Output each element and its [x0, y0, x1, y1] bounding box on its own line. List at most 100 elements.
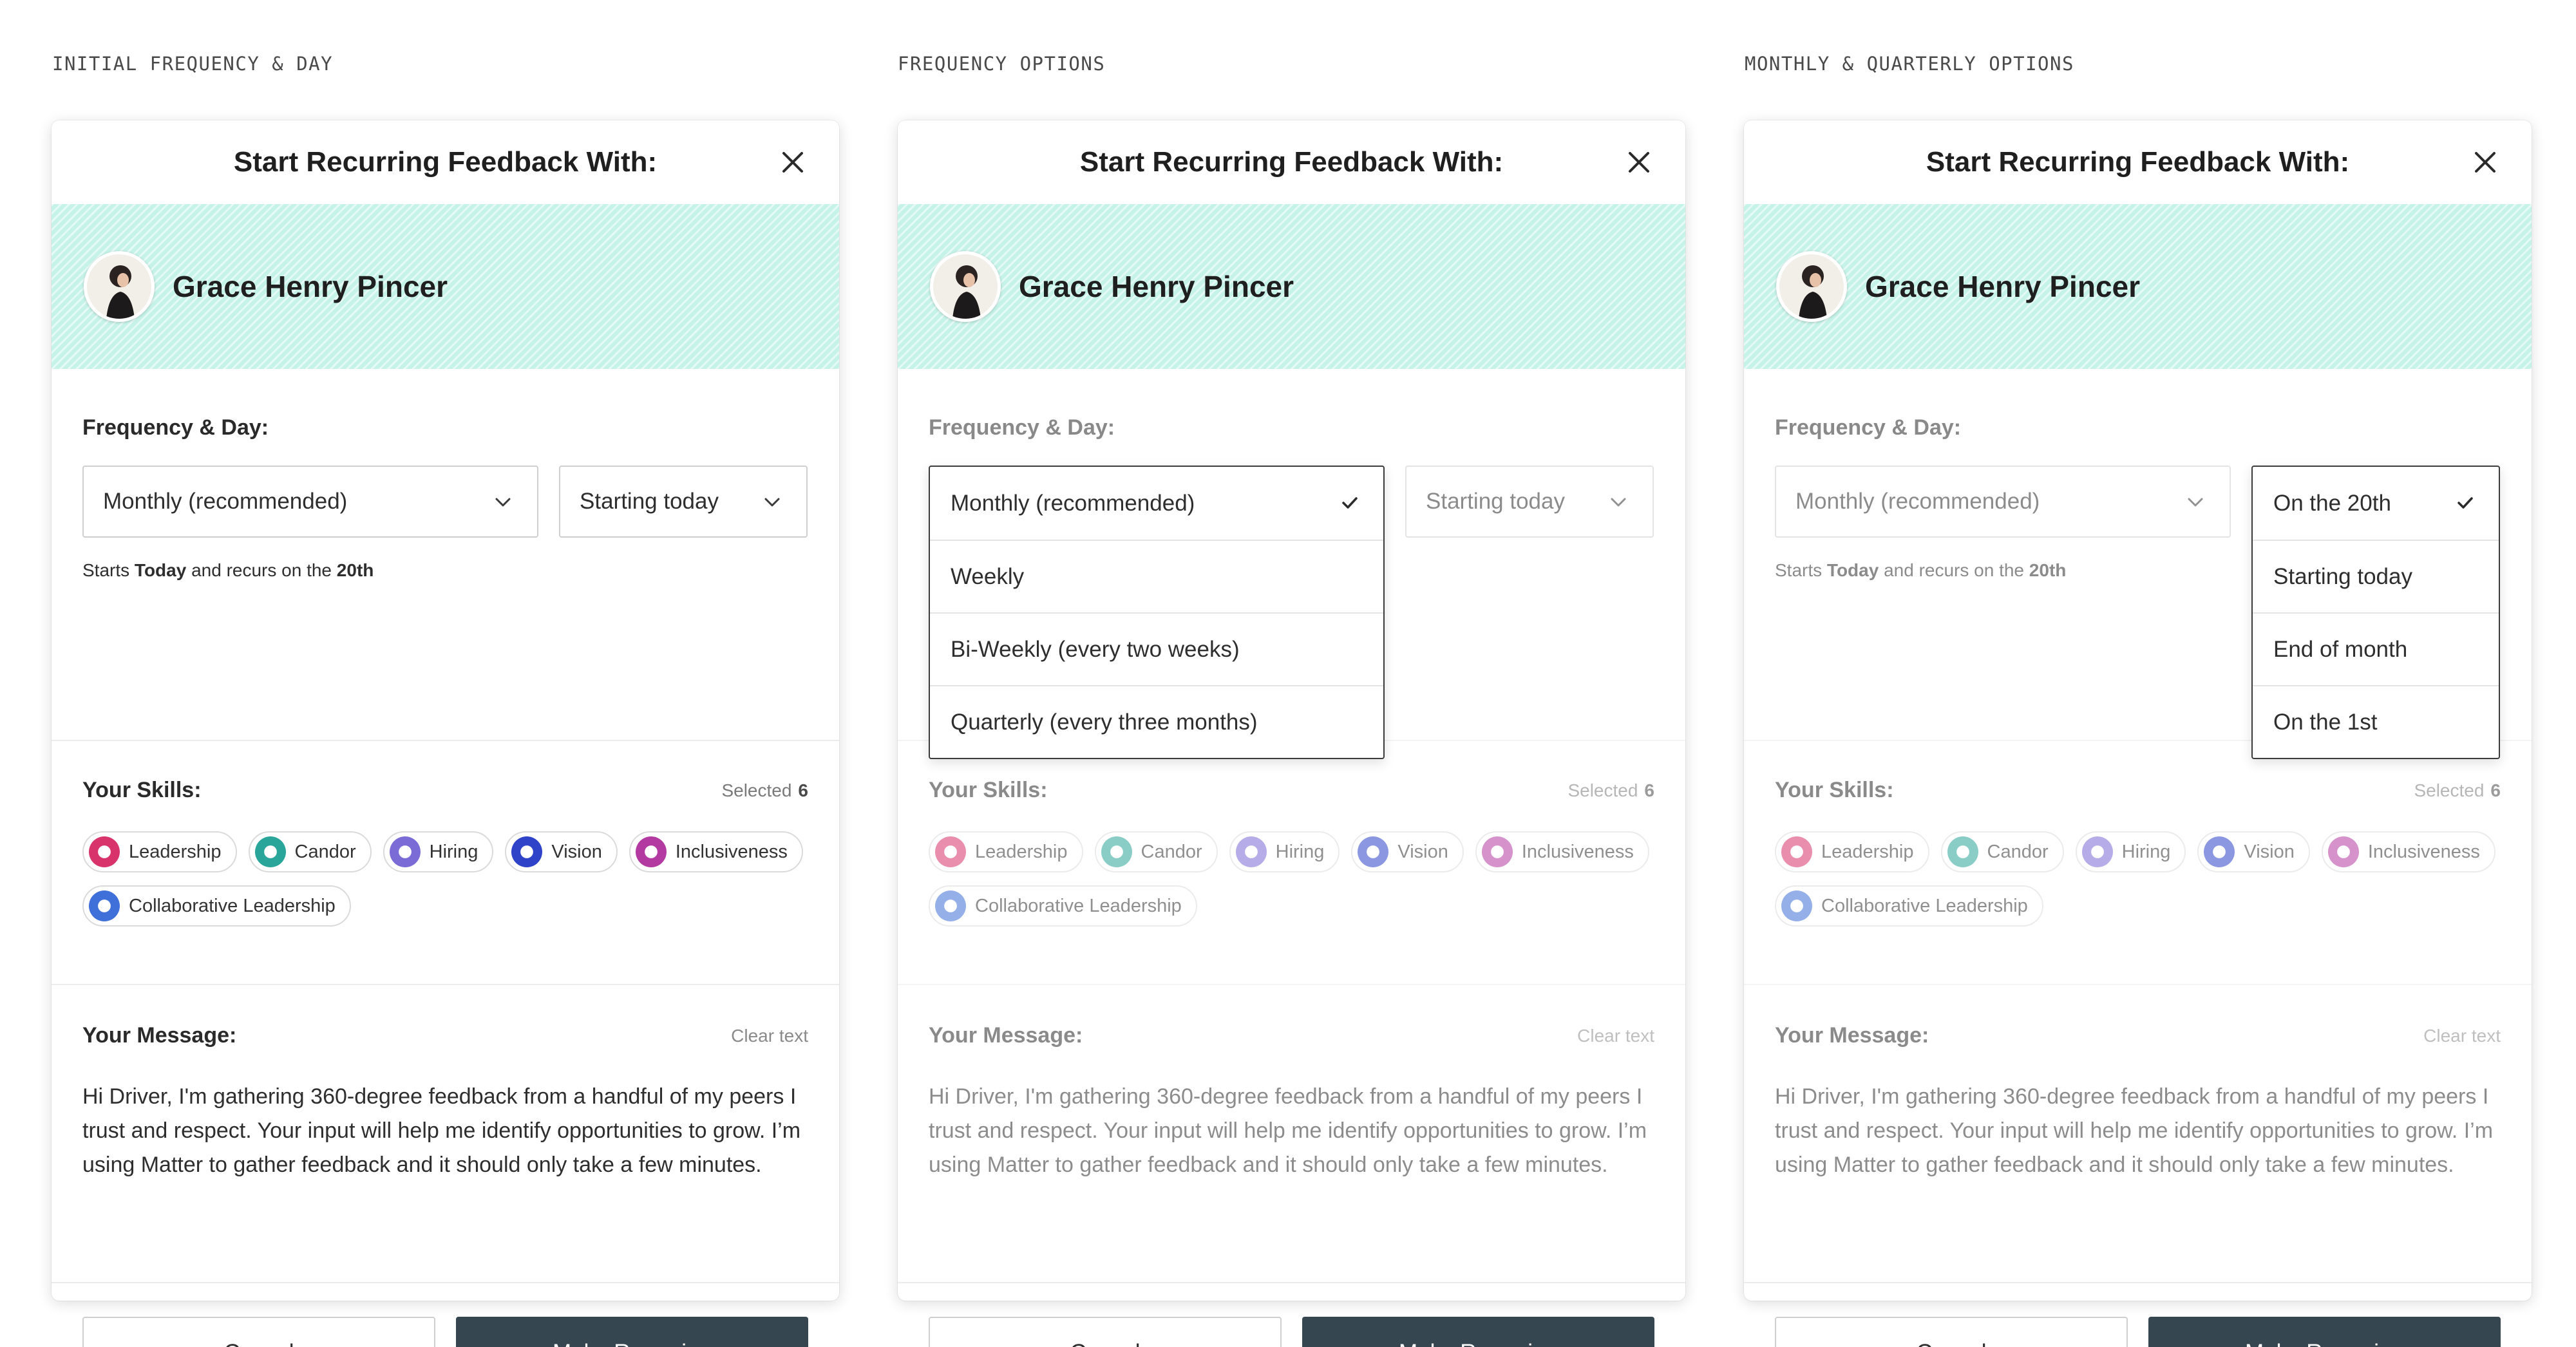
avatar [1776, 251, 1847, 322]
day-select[interactable]: Starting today [1405, 466, 1654, 538]
skill-chip-label: Collaborative Leadership [975, 895, 1182, 916]
frequency-section: Frequency & Day: Monthly (recommended) S… [82, 369, 808, 740]
skill-chip-label: Hiring [1275, 841, 1325, 862]
skill-badge-icon [1781, 836, 1812, 867]
cancel-button[interactable]: Cancel [929, 1317, 1282, 1347]
skill-chip[interactable]: Inclusiveness [629, 831, 803, 872]
message-textarea[interactable]: Hi Driver, I'm gathering 360-degree feed… [929, 1080, 1656, 1182]
frequency-dropdown-option[interactable]: Bi-Weekly (every two weeks) [930, 612, 1383, 685]
recurring-feedback-modal-day: Start Recurring Feedback With: Grace Hen… [1744, 120, 2532, 1347]
clear-text-link[interactable]: Clear text [1577, 1026, 1654, 1046]
make-recurring-button[interactable]: Make Recurring [456, 1317, 808, 1347]
day-dropdown-option[interactable]: On the 1st [2253, 685, 2499, 758]
divider [52, 740, 839, 741]
selected-count: Selected 6 [1567, 780, 1654, 800]
frequency-dropdown-option[interactable]: Quarterly (every three months) [930, 685, 1383, 758]
modal-header: Start Recurring Feedback With: [898, 120, 1685, 204]
option-label: Weekly [951, 563, 1025, 589]
frequency-select[interactable]: Monthly (recommended) [1775, 466, 2231, 538]
skill-chip-label: Leadership [975, 841, 1068, 862]
frequency-section: Frequency & Day: Monthly (recommended) S… [929, 369, 1654, 759]
skill-chip[interactable]: Hiring [2075, 831, 2186, 872]
skill-chip-label: Hiring [429, 841, 478, 862]
frequency-dropdown-option[interactable]: Monthly (recommended) [930, 467, 1383, 540]
skill-chip[interactable]: Inclusiveness [2321, 831, 2496, 872]
skill-chip[interactable]: Leadership [929, 831, 1083, 872]
skill-chip[interactable]: Vision [2197, 831, 2310, 872]
starts-note: Starts Today and recurs on the 20th [1775, 560, 2067, 580]
clear-text-link[interactable]: Clear text [731, 1026, 808, 1046]
skill-badge-icon [389, 836, 421, 867]
close-icon[interactable] [1624, 147, 1654, 178]
frequency-select-value: Monthly (recommended) [1795, 489, 2040, 514]
modal-header: Start Recurring Feedback With: [1744, 120, 2532, 204]
skill-chip[interactable]: Leadership [1775, 831, 1929, 872]
chevron-down-icon [2188, 498, 2203, 507]
close-icon[interactable] [777, 147, 808, 178]
skill-chip[interactable]: Hiring [383, 831, 494, 872]
skill-chip-label: Candor [1987, 841, 2049, 862]
day-select[interactable]: Starting today [559, 466, 808, 538]
skill-chip-label: Vision [1397, 841, 1448, 862]
skill-chip-label: Collaborative Leadership [1821, 895, 2028, 916]
recipient-name: Grace Henry Pincer [173, 270, 448, 303]
make-recurring-button[interactable]: Make Recurring [2148, 1317, 2501, 1347]
skills-chip-list: Leadership Candor Hiring Vision Inclusivenes… [929, 831, 1663, 927]
skill-badge-icon [935, 890, 966, 921]
skills-label: Your Skills: [82, 778, 202, 802]
skill-chip-label: Leadership [1821, 841, 1914, 862]
skills-chip-list: Leadership Candor Hiring Vision Inclusivenes… [1775, 831, 2509, 927]
skill-chip[interactable]: Inclusiveness [1475, 831, 1649, 872]
skill-chip[interactable]: Candor [248, 831, 372, 872]
skill-badge-icon [935, 836, 966, 867]
skill-badge-icon [511, 836, 543, 867]
option-label: On the 20th [2273, 490, 2391, 516]
cancel-button[interactable]: Cancel [1775, 1317, 2128, 1347]
day-dropdown-option[interactable]: End of month [2253, 612, 2499, 685]
close-icon[interactable] [2470, 147, 2501, 178]
divider [898, 1282, 1685, 1283]
recipient-name: Grace Henry Pincer [1865, 270, 2141, 303]
frequency-select-value: Monthly (recommended) [103, 489, 348, 514]
make-recurring-button[interactable]: Make Recurring [1302, 1317, 1654, 1347]
skill-chip[interactable]: Vision [505, 831, 618, 872]
frequency-select[interactable]: Monthly (recommended) [82, 466, 538, 538]
check-icon [2458, 497, 2473, 509]
recipient-banner: Grace Henry Pincer [1744, 204, 2532, 369]
option-label: Bi-Weekly (every two weeks) [951, 636, 1240, 662]
skill-chip[interactable]: Candor [1094, 831, 1218, 872]
skill-chip[interactable]: Collaborative Leadership [929, 885, 1197, 927]
frequency-dropdown-option[interactable]: Weekly [930, 540, 1383, 612]
skill-chip-label: Collaborative Leadership [129, 895, 336, 916]
message-textarea[interactable]: Hi Driver, I'm gathering 360-degree feed… [1775, 1080, 2503, 1182]
clear-text-link[interactable]: Clear text [2423, 1026, 2501, 1046]
day-dropdown-option[interactable]: Starting today [2253, 540, 2499, 612]
column-label-frequency-options: FREQUENCY OPTIONS [898, 53, 1106, 75]
skill-chip[interactable]: Leadership [82, 831, 237, 872]
skill-badge-icon [89, 890, 120, 921]
skill-chip[interactable]: Candor [1940, 831, 2064, 872]
divider [52, 984, 839, 985]
cancel-button[interactable]: Cancel [82, 1317, 435, 1347]
skill-badge-icon [1781, 890, 1812, 921]
chevron-down-icon [495, 498, 511, 507]
skill-badge-icon [1101, 836, 1132, 867]
skill-chip[interactable]: Collaborative Leadership [1775, 885, 2043, 927]
frequency-label: Frequency & Day: [1775, 415, 1962, 440]
modal-title: Start Recurring Feedback With: [1079, 146, 1504, 178]
skill-chip[interactable]: Hiring [1229, 831, 1340, 872]
skill-chip-label: Leadership [129, 841, 222, 862]
day-dropdown-option[interactable]: On the 20th [2253, 467, 2499, 540]
skill-badge-icon [635, 836, 667, 867]
recipient-banner: Grace Henry Pincer [52, 204, 839, 369]
column-label-monthly-quarterly: MONTHLY & QUARTERLY OPTIONS [1745, 53, 2074, 75]
message-textarea[interactable]: Hi Driver, I'm gathering 360-degree feed… [82, 1080, 810, 1182]
chevron-down-icon [764, 498, 780, 507]
skills-chip-list: Leadership Candor Hiring Vision Inclusivenes… [82, 831, 817, 927]
skill-chip[interactable]: Vision [1351, 831, 1464, 872]
skills-label: Your Skills: [1775, 778, 1894, 802]
skill-chip[interactable]: Collaborative Leadership [82, 885, 351, 927]
skill-badge-icon [1481, 836, 1513, 867]
message-label: Your Message: [929, 1023, 1083, 1048]
divider [898, 984, 1685, 985]
